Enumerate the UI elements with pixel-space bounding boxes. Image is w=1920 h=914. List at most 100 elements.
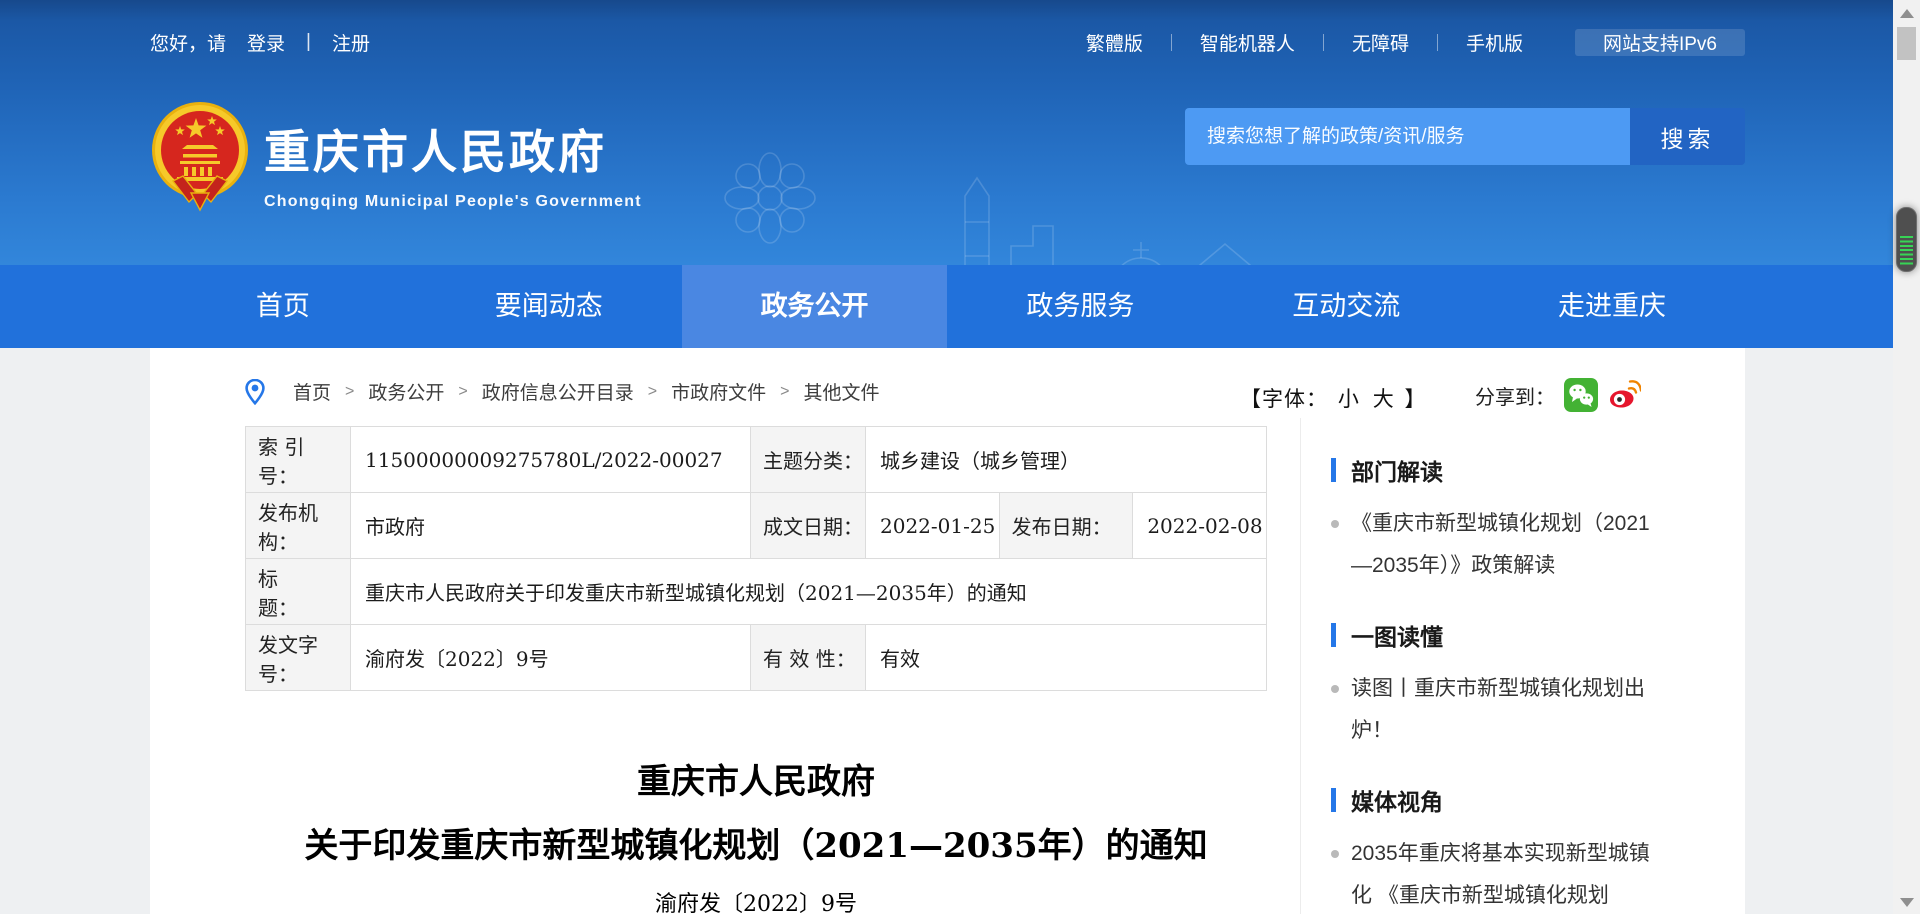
site-identity[interactable]: 重庆市人民政府 Chongqing Municipal People's Gov…	[264, 116, 642, 211]
national-emblem-logo[interactable]	[150, 98, 250, 212]
register-link[interactable]: 注册	[332, 29, 370, 56]
site-title: 重庆市人民政府	[264, 116, 642, 182]
breadcrumb: 首页 > 政务公开 > 政府信息公开目录 > 市政府文件 > 其他文件	[245, 378, 879, 405]
smart-robot-link[interactable]: 智能机器人	[1172, 29, 1323, 56]
section-title: 一图读懂	[1351, 618, 1443, 652]
share-widget: 分享到：	[1475, 378, 1641, 412]
breadcrumb-city-docs[interactable]: 市政府文件	[671, 378, 766, 405]
breadcrumb-separator: >	[345, 383, 354, 401]
bullet-dot-icon	[1331, 685, 1339, 693]
index-number-value: 11500000009275780L/2022-00027	[351, 427, 751, 493]
site-subtitle: Chongqing Municipal People's Government	[264, 193, 642, 211]
nav-item-home[interactable]: 首页	[150, 265, 416, 348]
doc-title-value: 重庆市人民政府关于印发重庆市新型城镇化规划（2021—2035年）的通知	[351, 559, 1267, 625]
written-date-label: 成文日期：	[751, 493, 866, 559]
share-label: 分享到：	[1475, 381, 1555, 410]
breadcrumb-other-docs[interactable]: 其他文件	[803, 378, 879, 405]
publish-date-label: 发布日期：	[999, 493, 1133, 559]
written-date-value: 2022-01-25	[866, 493, 1000, 559]
scrollbar-down-arrow[interactable]	[1900, 898, 1914, 907]
weibo-share-icon[interactable]	[1607, 378, 1641, 412]
page: 您好，请 登录 | 注册 繁體版 智能机器人 无障碍 手机版 网站支持IPv6	[0, 0, 1920, 914]
doc-title-label: 标 题：	[246, 559, 351, 625]
breadcrumb-info-catalog[interactable]: 政府信息公开目录	[482, 378, 634, 405]
vertical-scrollbar[interactable]	[1893, 0, 1920, 914]
mobile-version-link[interactable]: 手机版	[1438, 29, 1551, 56]
section-header: 一图读懂	[1331, 620, 1730, 650]
topbar: 您好，请 登录 | 注册 繁體版 智能机器人 无障碍 手机版 网站支持IPv6	[0, 0, 1920, 78]
login-link[interactable]: 登录	[247, 29, 285, 56]
nav-item-interaction[interactable]: 互动交流	[1213, 265, 1479, 348]
font-widget-prefix: 【字体：	[1240, 388, 1328, 411]
scroll-capture-stripes	[1900, 236, 1913, 267]
related-sidebar: 部门解读 《重庆市新型城镇化规划（2021—2035年）》政策解读 一图读懂 读…	[1300, 418, 1730, 914]
search-input[interactable]	[1185, 108, 1630, 165]
search-button[interactable]: 搜索	[1630, 108, 1745, 165]
doc-number-value: 渝府发〔2022〕9号	[351, 625, 751, 691]
breadcrumb-separator: >	[648, 383, 657, 401]
content-card: 首页 > 政务公开 > 政府信息公开目录 > 市政府文件 > 其他文件 【字体：…	[150, 348, 1745, 914]
sidebar-link-text: 读图丨重庆市新型城镇化规划出炉！	[1351, 677, 1645, 742]
ipv6-support-badge[interactable]: 网站支持IPv6	[1575, 29, 1745, 56]
document-info-table: 索 引 号： 11500000009275780L/2022-00027 主题分…	[245, 426, 1267, 691]
breadcrumb-row: 首页 > 政务公开 > 政府信息公开目录 > 市政府文件 > 其他文件 【字体：…	[150, 378, 1745, 416]
breadcrumb-home[interactable]: 首页	[293, 378, 331, 405]
sidebar-section-infographic: 一图读懂 读图丨重庆市新型城镇化规划出炉！	[1331, 620, 1730, 752]
table-row: 索 引 号： 11500000009275780L/2022-00027 主题分…	[246, 427, 1267, 493]
doc-number-label: 发文字号：	[246, 625, 351, 691]
login-register-divider: |	[306, 31, 311, 53]
header-main: 重庆市人民政府 Chongqing Municipal People's Gov…	[0, 78, 1920, 265]
location-pin-icon	[245, 379, 265, 405]
table-row: 标 题： 重庆市人民政府关于印发重庆市新型城镇化规划（2021—2035年）的通…	[246, 559, 1267, 625]
issuing-agency-value: 市政府	[351, 493, 751, 559]
validity-value: 有效	[866, 625, 1267, 691]
topic-category-label: 主题分类：	[751, 427, 866, 493]
search-bar: 搜索	[1185, 108, 1745, 165]
scrollbar-up-arrow[interactable]	[1900, 9, 1914, 18]
sidebar-section-media-view: 媒体视角 2035年重庆将基本实现新型城镇化 《重庆市新型城镇化规划（2021—…	[1331, 785, 1730, 914]
traditional-chinese-link[interactable]: 繁體版	[1058, 29, 1171, 56]
sidebar-link-infographic[interactable]: 读图丨重庆市新型城镇化规划出炉！	[1331, 668, 1663, 752]
sidebar-link-text: 《重庆市新型城镇化规划（2021—2035年）》政策解读	[1351, 512, 1650, 577]
issuing-agency-label: 发布机构：	[246, 493, 351, 559]
font-large-button[interactable]: 大	[1373, 388, 1395, 411]
section-title: 媒体视角	[1351, 783, 1443, 817]
bullet-dot-icon	[1331, 850, 1339, 858]
section-title: 部门解读	[1351, 453, 1443, 487]
publish-date-value: 2022-02-08	[1133, 493, 1267, 559]
content-area: 首页 > 政务公开 > 政府信息公开目录 > 市政府文件 > 其他文件 【字体：…	[0, 348, 1920, 914]
greeting-text: 您好，请	[150, 29, 226, 56]
validity-label: 有 效 性：	[751, 625, 866, 691]
section-header: 媒体视角	[1331, 785, 1730, 815]
scroll-capture-indicator	[1896, 207, 1917, 272]
section-accent-bar	[1331, 458, 1336, 482]
topic-category-value: 城乡建设（城乡管理）	[866, 427, 1267, 493]
document-number: 渝府发〔2022〕9号	[245, 886, 1267, 914]
section-accent-bar	[1331, 788, 1336, 812]
sidebar-link-policy-interpretation[interactable]: 《重庆市新型城镇化规划（2021—2035年）》政策解读	[1331, 503, 1663, 587]
nav-item-gov-services[interactable]: 政务服务	[947, 265, 1213, 348]
nav-item-gov-open[interactable]: 政务公开	[682, 265, 948, 348]
document-issuer-title: 重庆市人民政府	[245, 760, 1267, 804]
font-small-button[interactable]: 小	[1338, 388, 1360, 411]
nav-item-news[interactable]: 要闻动态	[416, 265, 682, 348]
document-main-title: 关于印发重庆市新型城镇化规划（2021—2035年）的通知	[245, 824, 1267, 868]
wechat-share-icon[interactable]	[1564, 378, 1598, 412]
index-number-label: 索 引 号：	[246, 427, 351, 493]
document-title-block: 重庆市人民政府 关于印发重庆市新型城镇化规划（2021—2035年）的通知 渝府…	[245, 760, 1267, 914]
nav-item-about-chongqing[interactable]: 走进重庆	[1479, 265, 1745, 348]
font-widget-suffix: 】	[1405, 388, 1427, 411]
breadcrumb-gov-open[interactable]: 政务公开	[368, 378, 444, 405]
breadcrumb-separator: >	[780, 383, 789, 401]
main-nav: 首页 要闻动态 政务公开 政务服务 互动交流 走进重庆	[0, 265, 1920, 348]
font-size-widget: 【字体： 小 大 】	[1240, 383, 1427, 413]
table-row: 发文字号： 渝府发〔2022〕9号 有 效 性： 有效	[246, 625, 1267, 691]
accessibility-link[interactable]: 无障碍	[1324, 29, 1437, 56]
site-header: 您好，请 登录 | 注册 繁體版 智能机器人 无障碍 手机版 网站支持IPv6	[0, 0, 1920, 265]
scrollbar-thumb[interactable]	[1897, 27, 1916, 60]
breadcrumb-separator: >	[458, 383, 467, 401]
sidebar-section-dept-interpretation: 部门解读 《重庆市新型城镇化规划（2021—2035年）》政策解读	[1331, 455, 1730, 587]
sidebar-link-text: 2035年重庆将基本实现新型城镇化 《重庆市新型城镇化规划（2021—2035年…	[1351, 842, 1650, 914]
table-row: 发布机构： 市政府 成文日期： 2022-01-25 发布日期： 2022-02…	[246, 493, 1267, 559]
sidebar-link-media-article[interactable]: 2035年重庆将基本实现新型城镇化 《重庆市新型城镇化规划（2021—2035年…	[1331, 833, 1663, 914]
